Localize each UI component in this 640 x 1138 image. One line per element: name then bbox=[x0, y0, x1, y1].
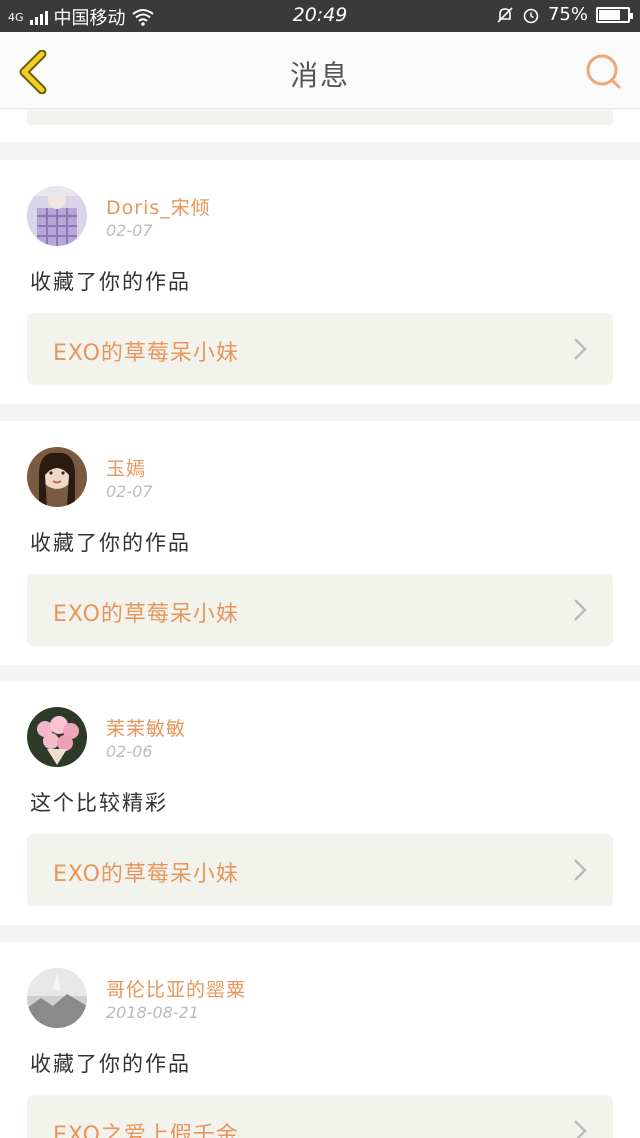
work-title: EXO的草莓呆小妹 bbox=[53, 602, 239, 627]
message-date: 02-07 bbox=[106, 482, 153, 501]
message-card: 茉茉敏敏 02-06 这个比较精彩 EXO的草莓呆小妹 bbox=[0, 681, 640, 925]
work-card[interactable]: EXO的草莓呆小妹 bbox=[27, 574, 613, 646]
nav-bar: 消息 bbox=[0, 32, 640, 109]
chevron-right-icon bbox=[574, 859, 587, 881]
battery-percent: 75% bbox=[547, 4, 588, 25]
user-name[interactable]: 茉茉敏敏 bbox=[106, 714, 186, 741]
partial-message-card bbox=[0, 110, 640, 142]
page-title: 消息 bbox=[289, 59, 350, 92]
message-date: 2018-08-21 bbox=[106, 1003, 199, 1022]
user-avatar[interactable] bbox=[27, 968, 87, 1028]
user-name[interactable]: Doris_宋倾 bbox=[106, 193, 211, 220]
message-list: Doris_宋倾 02-07 收藏了你的作品 EXO的草莓呆小妹 玉嫣 02-0… bbox=[0, 110, 640, 1138]
chevron-right-icon bbox=[574, 599, 587, 621]
bell-muted-icon bbox=[497, 6, 513, 23]
user-avatar[interactable] bbox=[27, 447, 87, 507]
search-icon[interactable] bbox=[584, 52, 624, 92]
message-text: 收藏了你的作品 bbox=[30, 1052, 191, 1076]
work-card[interactable]: EXO之爱上假千金 bbox=[27, 1095, 613, 1138]
message-text: 这个比较精彩 bbox=[30, 791, 168, 815]
user-avatar[interactable] bbox=[27, 186, 87, 246]
user-name[interactable]: 哥伦比亚的罂粟 bbox=[106, 975, 246, 1002]
message-text: 收藏了你的作品 bbox=[30, 270, 191, 294]
work-title: EXO的草莓呆小妹 bbox=[53, 862, 239, 887]
status-bar: 4G 中国移动 20:49 75% bbox=[0, 0, 640, 32]
chevron-right-icon bbox=[574, 338, 587, 360]
status-right: 75% bbox=[496, 4, 633, 25]
partial-work-card[interactable] bbox=[27, 110, 613, 125]
message-date: 02-06 bbox=[106, 742, 153, 761]
work-title: EXO之爱上假千金 bbox=[53, 1123, 239, 1138]
message-card: 哥伦比亚的罂粟 2018-08-21 收藏了你的作品 EXO之爱上假千金 bbox=[0, 942, 640, 1138]
message-text: 收藏了你的作品 bbox=[30, 531, 191, 555]
user-avatar[interactable] bbox=[27, 707, 87, 767]
alarm-icon bbox=[523, 8, 539, 23]
work-title: EXO的草莓呆小妹 bbox=[53, 341, 239, 366]
message-date: 02-07 bbox=[106, 221, 153, 240]
chevron-right-icon bbox=[574, 1120, 587, 1138]
work-card[interactable]: EXO的草莓呆小妹 bbox=[27, 834, 613, 906]
user-name[interactable]: 玉嫣 bbox=[106, 454, 146, 481]
message-card: Doris_宋倾 02-07 收藏了你的作品 EXO的草莓呆小妹 bbox=[0, 160, 640, 404]
work-card[interactable]: EXO的草莓呆小妹 bbox=[27, 313, 613, 385]
battery-fill bbox=[599, 9, 620, 20]
battery-icon bbox=[596, 6, 633, 23]
message-card: 玉嫣 02-07 收藏了你的作品 EXO的草莓呆小妹 bbox=[0, 421, 640, 665]
